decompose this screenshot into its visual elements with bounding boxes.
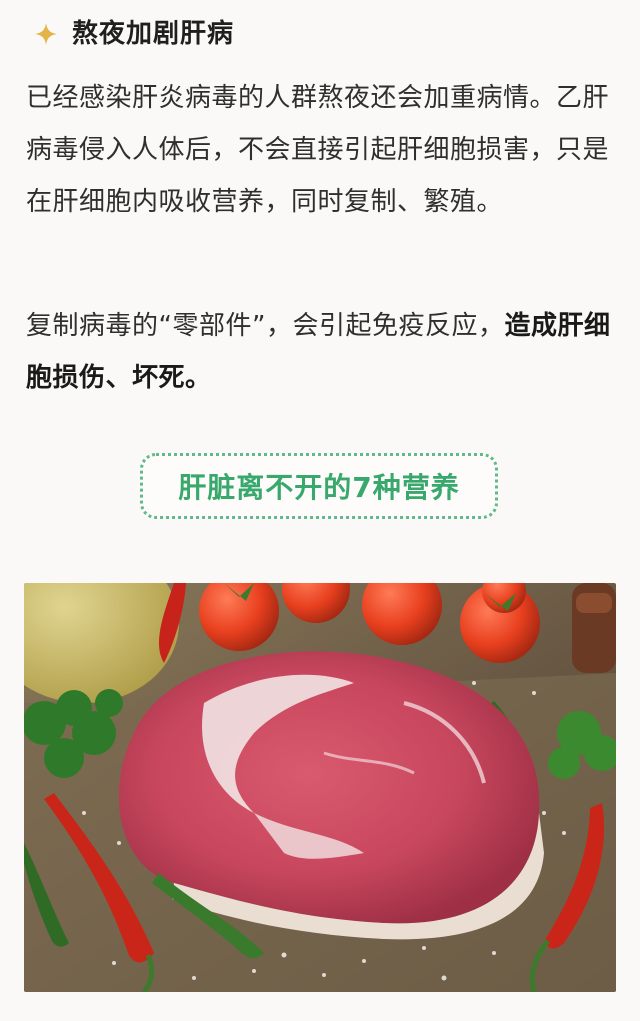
paragraph-liver-virus: 已经感染肝炎病毒的人群熬夜还会加重病情。乙肝病毒侵入人体后，不会直接引起肝细胞损… bbox=[26, 83, 610, 217]
paragraph-immune-response: 复制病毒的“零部件”，会引起免疫反应，造成肝细胞损伤、坏死。 bbox=[26, 300, 618, 404]
sparkle-star-icon bbox=[34, 22, 58, 46]
nutrition-section-banner: 肝脏离不开的7种营养 bbox=[140, 453, 498, 519]
steak-photo bbox=[24, 583, 616, 992]
section-title: 熬夜加剧肝病 bbox=[72, 19, 235, 49]
nutrition-banner-label: 肝脏离不开的7种营养 bbox=[178, 471, 460, 504]
article-page: 熬夜加剧肝病 已经感染肝炎病毒的人群熬夜还会加重病情。乙肝病毒侵入人体后，不会直… bbox=[0, 0, 640, 1021]
section-header: 熬夜加剧肝病 bbox=[34, 14, 234, 54]
paragraph-plain-text: 复制病毒的“零部件”，会引起免疫反应， bbox=[26, 311, 505, 341]
